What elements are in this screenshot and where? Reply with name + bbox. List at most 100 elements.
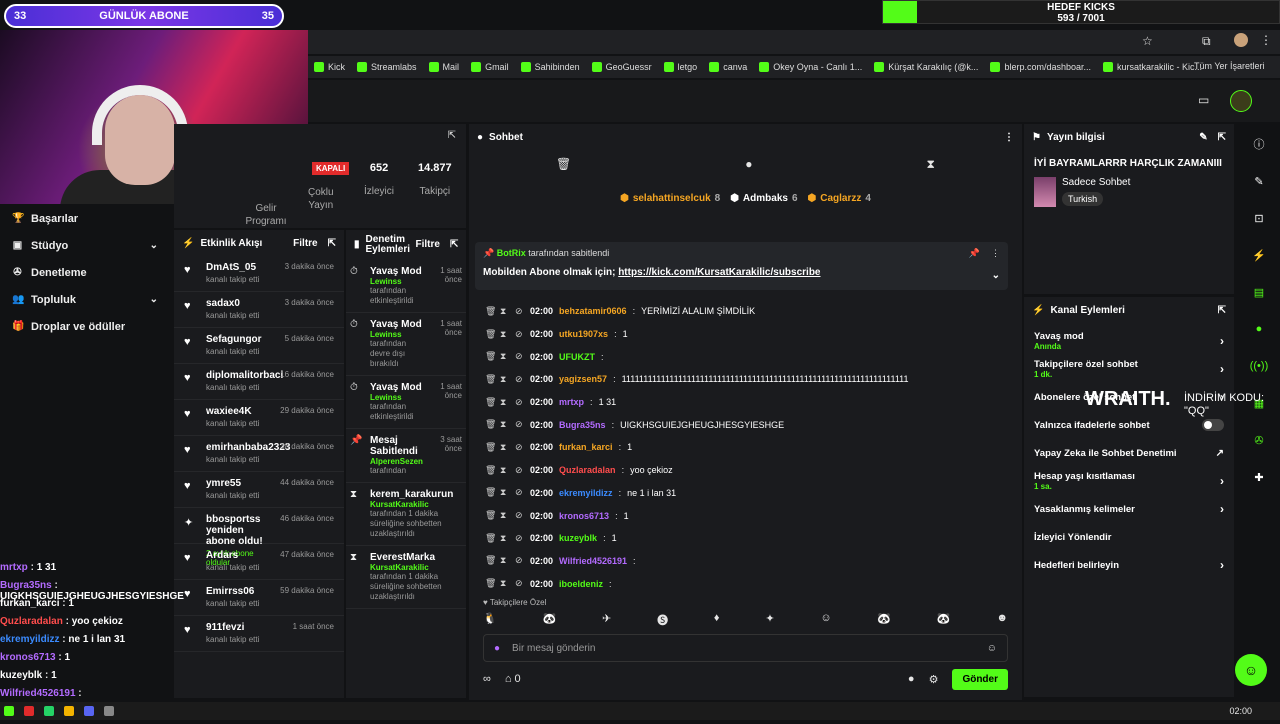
chevron-down-icon[interactable]: ⌄	[150, 240, 158, 251]
app-icon[interactable]	[24, 706, 34, 716]
hourglass-icon[interactable]: ⧗	[500, 419, 509, 430]
trash-icon[interactable]: 🗑	[485, 351, 496, 362]
chevron-right-icon[interactable]: ›	[1220, 558, 1224, 572]
emote[interactable]: ☺	[820, 612, 831, 628]
ban-icon[interactable]: ⊘	[515, 555, 524, 566]
message-user[interactable]: mrtxp	[559, 397, 584, 407]
capture-icon[interactable]: ⊡	[1248, 208, 1270, 228]
moderation-item[interactable]: ⏱ Yavaş Mod Lewinss tarafından etkinleştiri…	[346, 260, 466, 313]
trash-icon[interactable]: 🗑	[556, 157, 571, 171]
trash-icon[interactable]: 🗑	[485, 510, 496, 521]
message-user[interactable]: kronos6713	[559, 511, 609, 521]
activity-item[interactable]: ♥ waxiee4K kanalı takip etti 29 dakika önce	[174, 400, 344, 436]
activity-filter-button[interactable]: Filtre	[293, 238, 317, 249]
nav-item-1[interactable]: ▣ Stüdyo ⌄	[0, 232, 172, 259]
chat-message[interactable]: 🗑 ⧗ ⊘ 02:00 UFUKZT:	[485, 345, 1006, 368]
bookmark-item[interactable]: Gmail	[471, 62, 509, 72]
external-link-icon[interactable]: ↗	[1216, 448, 1224, 459]
moderation-item[interactable]: ⏱ Yavaş Mod Lewinss tarafından etkinleştiri…	[346, 376, 466, 429]
broadcast-icon[interactable]: ((•))	[1248, 356, 1270, 376]
message-user[interactable]: yagizsen57	[559, 374, 607, 384]
pinned-menu-icon[interactable]: ⋮	[991, 248, 1000, 259]
chevron-right-icon[interactable]: ›	[1220, 474, 1224, 488]
hourglass-icon[interactable]: ⧗	[500, 374, 509, 385]
expand-icon[interactable]: ⇱	[1218, 305, 1226, 316]
bookmark-item[interactable]: Kürşat Karakılıç (@k...	[874, 62, 978, 72]
trash-icon[interactable]: 🗑	[485, 487, 496, 498]
lightning-icon[interactable]: ⚡	[1248, 245, 1270, 265]
chat-message[interactable]: 🗑 ⧗ ⊘ 02:00 kuzeyblk:1	[485, 527, 1006, 550]
emote[interactable]: ✈	[602, 612, 611, 628]
ban-icon[interactable]: ⊘	[515, 442, 524, 453]
expand-icon[interactable]: ⇱	[450, 240, 458, 250]
nav-item-3[interactable]: 👥 Topluluk ⌄	[0, 286, 172, 313]
activity-item[interactable]: ♥ diplomalitorbaci kanalı takip etti 16 dak…	[174, 364, 344, 400]
pencil-icon[interactable]: ✎	[1248, 171, 1270, 191]
channel-action-item[interactable]: Hesap yaşı kısıtlaması 1 sa. ›	[1024, 467, 1234, 495]
activity-item[interactable]: ✦ bbosportss yeniden abone oldu! 2 aylık a…	[174, 508, 344, 567]
chat-message[interactable]: 🗑 ⧗ ⊘ 02:00 iboeldeniz:	[485, 572, 1006, 595]
ban-icon[interactable]: ⊘	[515, 419, 524, 430]
message-user[interactable]: utku1907xs	[559, 329, 608, 339]
trash-icon[interactable]: 🗑	[485, 533, 496, 544]
add-widget-icon[interactable]: ✚	[1248, 467, 1270, 487]
bookmark-item[interactable]: GeoGuessr	[591, 62, 652, 72]
chat-message[interactable]: 🗑 ⧗ ⊘ 02:00 behzatamir0606: YERİMİZİ ALALIM Ş…	[485, 300, 1006, 323]
bookmark-item[interactable]: blerp.com/dashboar...	[990, 62, 1091, 72]
all-bookmarks-link[interactable]: Tüm Yer İşaretleri	[1194, 61, 1265, 71]
emote[interactable]: 🐼	[543, 612, 557, 628]
nav-item-2[interactable]: ✇ Denetleme	[0, 259, 172, 286]
bookmark-item[interactable]: Streamlabs	[357, 62, 417, 72]
expand-icon[interactable]: ⇱	[328, 238, 336, 249]
trash-icon[interactable]: 🗑	[485, 306, 496, 317]
chevron-right-icon[interactable]: ›	[1220, 502, 1224, 516]
moderation-item[interactable]: 📌 Mesaj Sabitlendi AlperenSezen tarafından 3…	[346, 429, 466, 483]
expand-icon[interactable]: ⇱	[1218, 132, 1226, 143]
activity-item[interactable]: ♥ ymre55 kanalı takip etti 44 dakika önce	[174, 472, 344, 508]
emote[interactable]: 🐧	[483, 612, 497, 628]
emote[interactable]: 🐼	[937, 612, 951, 628]
trash-icon[interactable]: 🗑	[485, 578, 496, 589]
bookmark-item[interactable]: canva	[709, 62, 747, 72]
channel-avatar[interactable]	[1230, 90, 1252, 112]
gift-icon[interactable]: ⌂ 0	[505, 673, 521, 685]
nav-item-4[interactable]: 🎁 Droplar ve ödüller	[0, 313, 172, 340]
activity-item[interactable]: ♥ Ardars kanalı takip etti 47 dakika önce	[174, 544, 344, 580]
pinned-by-user[interactable]: BotRix	[497, 248, 526, 258]
chat-bubble-icon[interactable]: ●	[908, 673, 915, 685]
moderation-actor[interactable]: KursatKarakilic	[370, 500, 462, 509]
top-supporter[interactable]: ⬢ selahattinselcuk 8	[620, 180, 720, 216]
extensions-icon[interactable]: ⧉	[1202, 34, 1211, 49]
trash-icon[interactable]: 🗑	[485, 329, 496, 340]
activity-item[interactable]: ♥ 911fevzi kanalı takip etti 1 saat önce	[174, 616, 344, 652]
multistream-stat[interactable]: Çoklu Yayın	[308, 186, 334, 212]
pinned-link[interactable]: https://kick.com/KursatKarakilic/subscri…	[618, 267, 820, 278]
nav-item-0[interactable]: 🏆 Başarılar	[0, 205, 172, 232]
bookmark-item[interactable]: Kick	[314, 62, 345, 72]
category-thumbnail[interactable]	[1034, 177, 1056, 207]
hourglass-icon[interactable]: ⧗	[500, 578, 509, 589]
moderation-actor[interactable]: Lewinss	[370, 330, 428, 339]
hourglass-icon[interactable]: ⧗	[500, 555, 509, 566]
chat-message[interactable]: 🗑 ⧗ ⊘ 02:00 kronos6713:1	[485, 504, 1006, 527]
moderation-filter-button[interactable]: Filtre	[416, 240, 440, 250]
activity-item[interactable]: ♥ emirhanbaba2323 kanalı takip etti 38 daki…	[174, 436, 344, 472]
chat-icon[interactable]: ●	[1248, 319, 1270, 339]
menu-kebab-icon[interactable]: ⋮	[1260, 33, 1272, 47]
chat-bubble-icon[interactable]: ●	[745, 157, 752, 171]
emote-only-toggle[interactable]	[1202, 419, 1224, 431]
edit-icon[interactable]: ✎	[1199, 132, 1207, 143]
emote[interactable]: 🐼	[877, 612, 891, 628]
channel-action-item[interactable]: Yapay Zeka ile Sohbet Denetimi ↗	[1024, 439, 1234, 467]
bookmark-item[interactable]: Mail	[428, 62, 459, 72]
trash-icon[interactable]: 🗑	[485, 442, 496, 453]
emote[interactable]: 🅢	[657, 612, 668, 628]
channel-action-item[interactable]: Takipçilere özel sohbet 1 dk. ›	[1024, 355, 1234, 383]
trash-icon[interactable]: 🗑	[485, 397, 496, 408]
message-user[interactable]: behzatamir0606	[559, 306, 627, 316]
chat-message[interactable]: 🗑 ⧗ ⊘ 02:00 Bugra35ns: UIGKHSGUIEJGHEUGJHESGY…	[485, 413, 1006, 436]
expand-icon[interactable]: ⇱	[448, 130, 456, 141]
obs-icon[interactable]	[104, 706, 114, 716]
channel-action-item[interactable]: Yasaklanmış kelimeler ›	[1024, 495, 1234, 523]
trash-icon[interactable]: 🗑	[485, 419, 496, 430]
